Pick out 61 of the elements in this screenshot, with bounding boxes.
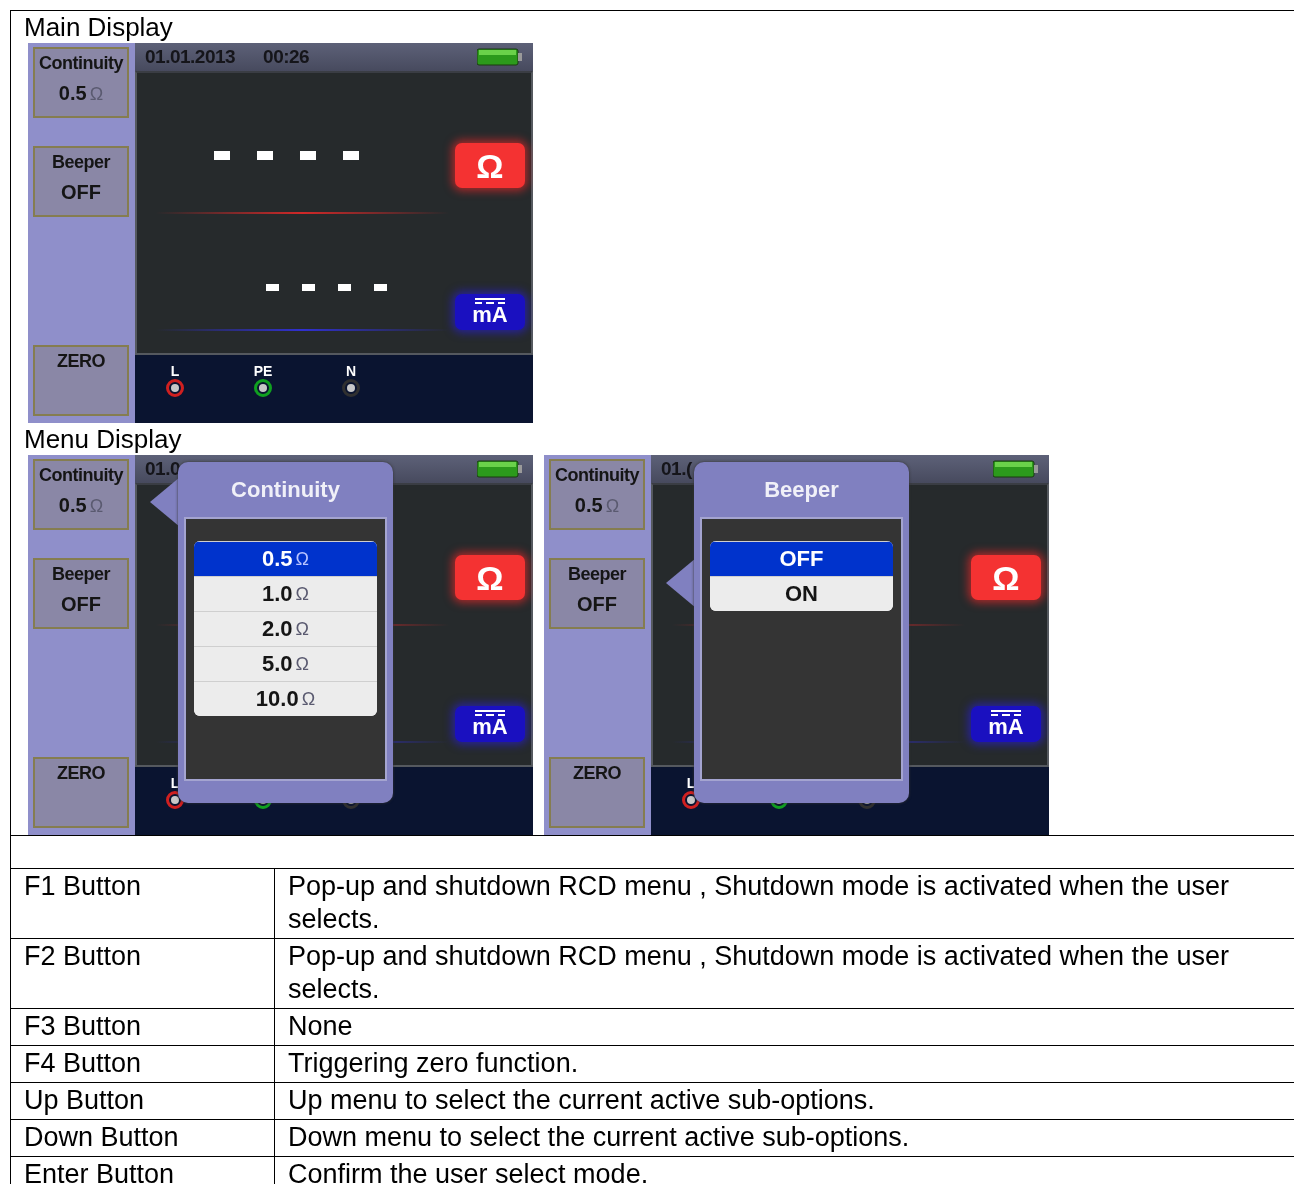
softkey-label: Beeper [568, 564, 626, 585]
softkey-button[interactable]: ZERO [33, 757, 129, 828]
section-title: Menu Display [24, 423, 182, 455]
dashes-icon [265, 284, 387, 291]
date-text: 01.01.2013 [145, 46, 236, 68]
menu-option[interactable]: 10.0 Ω [194, 681, 377, 716]
button-description: Down menu to select the current active sub-options. [288, 1122, 910, 1152]
popup-title: Continuity [231, 476, 340, 503]
menu-option[interactable]: OFF [710, 541, 893, 576]
button-description: Pop-up and shutdown RCD menu , Shutdown mode is activated when the user selects. [288, 871, 1230, 934]
battery-icon [993, 460, 1039, 478]
unit-badge: mA [455, 706, 525, 742]
softkey-label: Continuity [39, 465, 123, 486]
section-title: Main Display [24, 11, 173, 43]
unit-badge: Ω [971, 555, 1041, 600]
softkey-button[interactable]: ZERO [33, 345, 129, 416]
softkey-button[interactable]: ZERO [549, 757, 645, 828]
softkey-button[interactable]: Beeper OFF [33, 558, 129, 629]
date-text: 01.( [661, 458, 692, 480]
menu-option[interactable]: ON [710, 576, 893, 611]
button-name: Up Button [24, 1085, 145, 1115]
unit-badge: Ω [455, 555, 525, 600]
time-text: 00:26 [263, 46, 310, 68]
button-name: F1 Button [24, 871, 142, 901]
button-description: None [288, 1011, 353, 1041]
dc-symbol-icon [991, 710, 1021, 716]
button-name: F3 Button [24, 1011, 142, 1041]
softkey-label: Beeper [52, 564, 110, 585]
dashes-icon [213, 151, 359, 160]
button-description: Confirm the user select mode. [288, 1159, 649, 1184]
softkey-button[interactable]: Beeper OFF [549, 558, 645, 629]
dc-symbol-icon [475, 710, 505, 716]
button-description: Triggering zero function. [288, 1048, 579, 1078]
dc-symbol-icon [475, 298, 505, 304]
softkey-value: OFF [61, 593, 101, 616]
softkey-label: Continuity [39, 53, 123, 74]
unit-badge: mA [971, 706, 1041, 742]
battery-icon [477, 48, 523, 66]
button-name: F2 Button [24, 941, 142, 971]
softkey-label: ZERO [57, 763, 105, 784]
terminal-label: PE [253, 363, 273, 379]
softkey-value: OFF [61, 181, 101, 204]
date-text: 01.0 [145, 458, 180, 480]
terminal-label: N [345, 363, 357, 379]
button-description: Pop-up and shutdown RCD menu , Shutdown mode is activated when the user selects. [288, 941, 1230, 1004]
button-name: Down Button [24, 1122, 179, 1152]
softkey-label: ZERO [573, 763, 621, 784]
popup-title: Beeper [764, 476, 839, 503]
softkey-button[interactable]: Beeper OFF [33, 146, 129, 217]
softkey-value: OFF [577, 593, 617, 616]
button-name: Enter Button [24, 1159, 175, 1184]
softkey-label: Continuity [555, 465, 639, 486]
unit-badge: Ω [455, 143, 525, 188]
battery-icon [477, 460, 523, 478]
softkey-label: Beeper [52, 152, 110, 173]
button-description: Up menu to select the current active sub-options. [288, 1085, 875, 1115]
unit-badge: mA [455, 294, 525, 330]
terminal-label: L [170, 363, 180, 379]
menu-option[interactable]: 0.5 Ω [194, 541, 377, 576]
button-name: F4 Button [24, 1048, 142, 1078]
softkey-label: ZERO [57, 351, 105, 372]
